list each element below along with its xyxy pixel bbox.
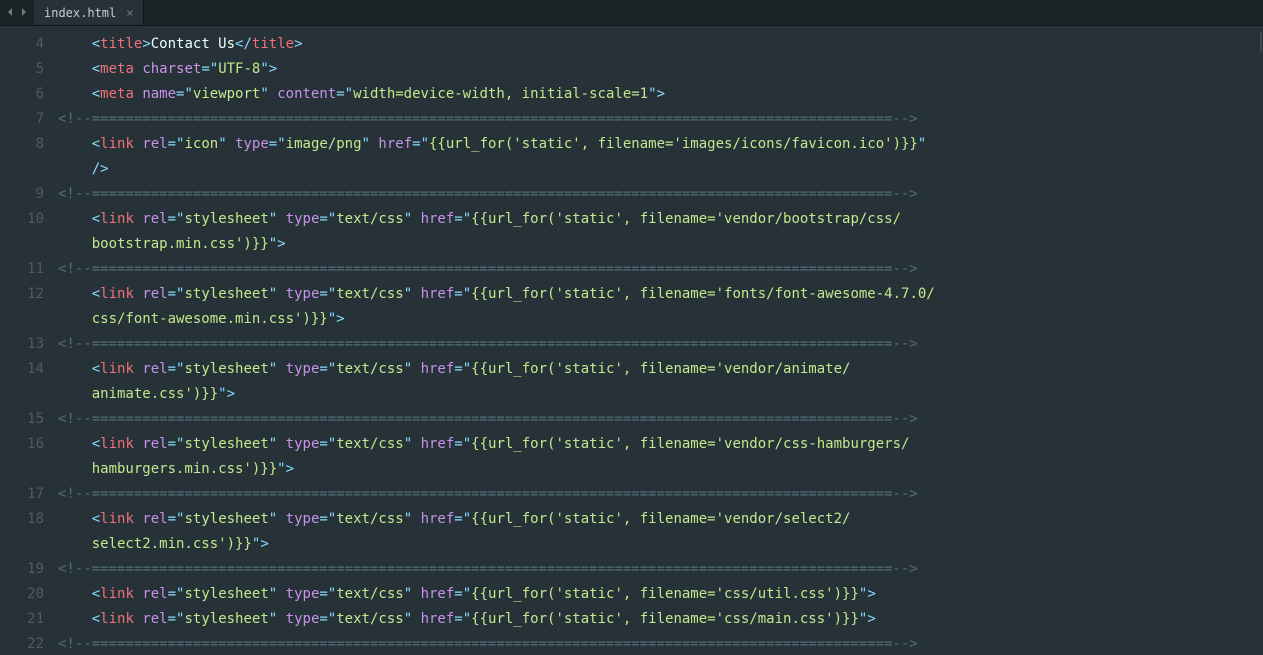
line-number — [0, 532, 44, 557]
line-number — [0, 307, 44, 332]
code-line: <!--====================================… — [58, 182, 1257, 207]
code-line: <meta charset="UTF-8"> — [58, 57, 1257, 82]
code-line: <!--====================================… — [58, 407, 1257, 432]
code-line: <link rel="icon" type="image/png" href="… — [58, 132, 1257, 157]
tab-bar: index.html × — [0, 0, 1263, 26]
nav-forward-icon[interactable] — [18, 5, 28, 21]
code-line: <title>Contact Us</title> — [58, 32, 1257, 57]
line-number: 22 — [0, 632, 44, 655]
gutter: 45678 910 1112 1314 1516 1718 19202122 — [0, 26, 58, 655]
tab-active[interactable]: index.html × — [34, 0, 144, 25]
code-line: <!--====================================… — [58, 107, 1257, 132]
nav-arrows — [0, 0, 34, 25]
line-number: 4 — [0, 32, 44, 57]
code-line: select2.min.css')}}"> — [58, 532, 1257, 557]
code-line: css/font-awesome.min.css')}}"> — [58, 307, 1257, 332]
code-area[interactable]: <title>Contact Us</title> <meta charset=… — [58, 26, 1257, 655]
code-line: animate.css')}}"> — [58, 382, 1257, 407]
code-line: <link rel="stylesheet" type="text/css" h… — [58, 582, 1257, 607]
line-number: 13 — [0, 332, 44, 357]
line-number — [0, 457, 44, 482]
code-line: bootstrap.min.css')}}"> — [58, 232, 1257, 257]
line-number: 19 — [0, 557, 44, 582]
code-line: <!--====================================… — [58, 557, 1257, 582]
line-number: 17 — [0, 482, 44, 507]
line-number: 11 — [0, 257, 44, 282]
nav-back-icon[interactable] — [6, 5, 16, 21]
code-line: /> — [58, 157, 1257, 182]
tab-title: index.html — [44, 6, 116, 20]
code-line: <!--====================================… — [58, 332, 1257, 357]
line-number: 14 — [0, 357, 44, 382]
code-line: <!--====================================… — [58, 482, 1257, 507]
line-number: 12 — [0, 282, 44, 307]
line-number: 20 — [0, 582, 44, 607]
code-line: <link rel="stylesheet" type="text/css" h… — [58, 432, 1257, 457]
code-line: <link rel="stylesheet" type="text/css" h… — [58, 282, 1257, 307]
line-number: 18 — [0, 507, 44, 532]
line-number — [0, 232, 44, 257]
minimap[interactable] — [1257, 26, 1263, 655]
code-line: <!--====================================… — [58, 632, 1257, 655]
line-number: 21 — [0, 607, 44, 632]
line-number: 15 — [0, 407, 44, 432]
code-line: <link rel="stylesheet" type="text/css" h… — [58, 607, 1257, 632]
line-number: 5 — [0, 57, 44, 82]
line-number — [0, 382, 44, 407]
close-icon[interactable]: × — [126, 6, 133, 20]
line-number: 16 — [0, 432, 44, 457]
code-line: <link rel="stylesheet" type="text/css" h… — [58, 507, 1257, 532]
code-line: <!--====================================… — [58, 257, 1257, 282]
line-number: 8 — [0, 132, 44, 157]
line-number — [0, 157, 44, 182]
line-number: 9 — [0, 182, 44, 207]
editor: 45678 910 1112 1314 1516 1718 19202122 <title>… — [0, 26, 1263, 655]
line-number: 10 — [0, 207, 44, 232]
line-number: 7 — [0, 107, 44, 132]
code-line: <link rel="stylesheet" type="text/css" h… — [58, 357, 1257, 382]
line-number: 6 — [0, 82, 44, 107]
code-line: hamburgers.min.css')}}"> — [58, 457, 1257, 482]
code-line: <link rel="stylesheet" type="text/css" h… — [58, 207, 1257, 232]
code-line: <meta name="viewport" content="width=dev… — [58, 82, 1257, 107]
